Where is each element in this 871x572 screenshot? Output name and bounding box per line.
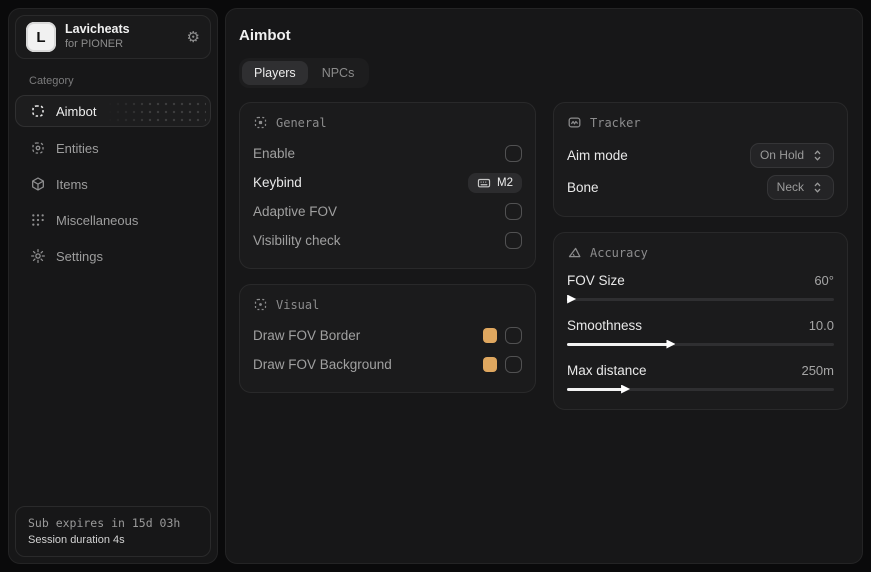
slider-thumb[interactable] xyxy=(666,339,676,349)
fov-border-checkbox[interactable] xyxy=(505,327,522,344)
sidebar-item-label: Items xyxy=(56,176,88,192)
sidebar-item-label: Miscellaneous xyxy=(56,212,139,228)
keyboard-icon xyxy=(477,176,491,190)
app-name: Lavicheats xyxy=(65,22,130,37)
main-panel: Aimbot Players NPCs General Enable Keybi… xyxy=(225,8,863,564)
enable-label: Enable xyxy=(253,146,296,161)
section-title: Tracker xyxy=(590,115,641,130)
aim-mode-select[interactable]: On Hold xyxy=(749,142,834,168)
bone-value: Neck xyxy=(776,180,804,194)
aim-mode-value: On Hold xyxy=(759,148,804,162)
slider-thumb[interactable] xyxy=(567,294,577,304)
fov-background-row: Draw FOV Background xyxy=(253,350,522,379)
tab-npcs[interactable]: NPCs xyxy=(310,61,367,85)
sidebar-item-label: Aimbot xyxy=(56,103,97,119)
visibility-check-row: Visibility check xyxy=(253,226,522,255)
enable-checkbox[interactable] xyxy=(505,145,522,162)
section-title: Accuracy xyxy=(590,245,648,260)
sidebar: L Lavicheats for PIONER ⚙ Category Aimbo… xyxy=(8,8,218,564)
slider-track xyxy=(567,298,834,301)
scan-icon xyxy=(30,103,46,119)
max-distance-label: Max distance xyxy=(567,362,647,378)
sidebar-nav: Aimbot Entities Items Miscellaneous Sett… xyxy=(9,95,217,271)
accuracy-card: Accuracy FOV Size 60° Smoothness 10.0 Ma… xyxy=(553,232,848,410)
enable-row: Enable xyxy=(253,139,522,168)
fov-border-row: Draw FOV Border xyxy=(253,321,522,350)
fov-size-group: FOV Size 60° xyxy=(567,269,834,304)
max-distance-group: Max distance 250m xyxy=(567,359,834,394)
fov-size-label: FOV Size xyxy=(567,272,625,288)
app-header: L Lavicheats for PIONER ⚙ xyxy=(15,15,211,59)
adaptive-fov-checkbox[interactable] xyxy=(505,203,522,220)
max-distance-value: 250m xyxy=(801,362,834,378)
keybind-label: Keybind xyxy=(253,175,302,190)
bone-select[interactable]: Neck xyxy=(766,174,834,200)
tracker-card: Tracker Aim mode On Hold Bone Neck xyxy=(553,102,848,217)
pulse-icon xyxy=(567,115,582,130)
slider-thumb[interactable] xyxy=(621,384,631,394)
bone-label: Bone xyxy=(567,179,599,195)
session-duration-text: Session duration 4s xyxy=(28,534,125,546)
fov-size-value: 60° xyxy=(814,272,834,288)
adaptive-fov-label: Adaptive FOV xyxy=(253,204,338,219)
bone-row: Bone Neck xyxy=(567,171,834,203)
gear-icon[interactable]: ⚙ xyxy=(187,29,200,45)
tab-bar: Players NPCs xyxy=(239,58,370,88)
sidebar-item-label: Settings xyxy=(56,248,103,264)
slider-fill xyxy=(567,387,624,391)
section-title: General xyxy=(276,115,327,130)
section-title: Visual xyxy=(276,297,320,312)
visual-card: Visual Draw FOV Border Draw FOV Backgrou… xyxy=(239,284,536,393)
visibility-check-checkbox[interactable] xyxy=(505,232,522,249)
sidebar-item-settings[interactable]: Settings xyxy=(15,241,211,271)
sidebar-item-label: Entities xyxy=(56,140,99,156)
adaptive-fov-row: Adaptive FOV xyxy=(253,197,522,226)
keybind-row: Keybind M2 xyxy=(253,168,522,197)
tab-players[interactable]: Players xyxy=(242,61,308,85)
angle-icon xyxy=(567,245,582,260)
sidebar-item-items[interactable]: Items xyxy=(15,169,211,199)
smoothness-value: 10.0 xyxy=(808,317,834,333)
smoothness-group: Smoothness 10.0 xyxy=(567,314,834,349)
select-arrows-icon xyxy=(811,149,824,162)
dot-pattern xyxy=(106,100,206,122)
slider-fill xyxy=(567,342,669,346)
settings-gear-icon xyxy=(30,248,46,264)
fov-background-label: Draw FOV Background xyxy=(253,357,392,372)
fov-background-color-swatch[interactable] xyxy=(483,357,497,372)
fov-border-color-swatch[interactable] xyxy=(483,328,497,343)
keybind-value: M2 xyxy=(497,176,513,189)
dots-grid-icon xyxy=(30,212,46,228)
subscription-info: Sub expires in 15d 03h Session duration … xyxy=(15,506,211,557)
visibility-check-label: Visibility check xyxy=(253,233,341,248)
general-card: General Enable Keybind M2 Adaptive FOV V… xyxy=(239,102,536,269)
max-distance-slider[interactable] xyxy=(567,384,834,394)
smoothness-slider[interactable] xyxy=(567,339,834,349)
cube-icon xyxy=(30,176,46,192)
select-arrows-icon xyxy=(811,181,824,194)
sidebar-item-aimbot[interactable]: Aimbot xyxy=(15,95,211,127)
focus-icon xyxy=(253,115,268,130)
sidebar-item-miscellaneous[interactable]: Miscellaneous xyxy=(15,205,211,235)
sidebar-item-entities[interactable]: Entities xyxy=(15,133,211,163)
app-logo: L xyxy=(26,22,56,52)
fov-border-label: Draw FOV Border xyxy=(253,328,361,343)
fov-background-checkbox[interactable] xyxy=(505,356,522,373)
category-label: Category xyxy=(29,75,74,87)
entities-icon xyxy=(30,140,46,156)
frame-dot-icon xyxy=(253,297,268,312)
app-subtitle: for PIONER xyxy=(65,37,124,50)
page-title: Aimbot xyxy=(239,27,291,44)
aim-mode-row: Aim mode On Hold xyxy=(567,139,834,171)
fov-size-slider[interactable] xyxy=(567,294,834,304)
keybind-button[interactable]: M2 xyxy=(468,172,522,193)
smoothness-label: Smoothness xyxy=(567,317,643,333)
sub-expiry-text: Sub expires in 15d 03h xyxy=(28,516,181,530)
aim-mode-label: Aim mode xyxy=(567,147,628,163)
